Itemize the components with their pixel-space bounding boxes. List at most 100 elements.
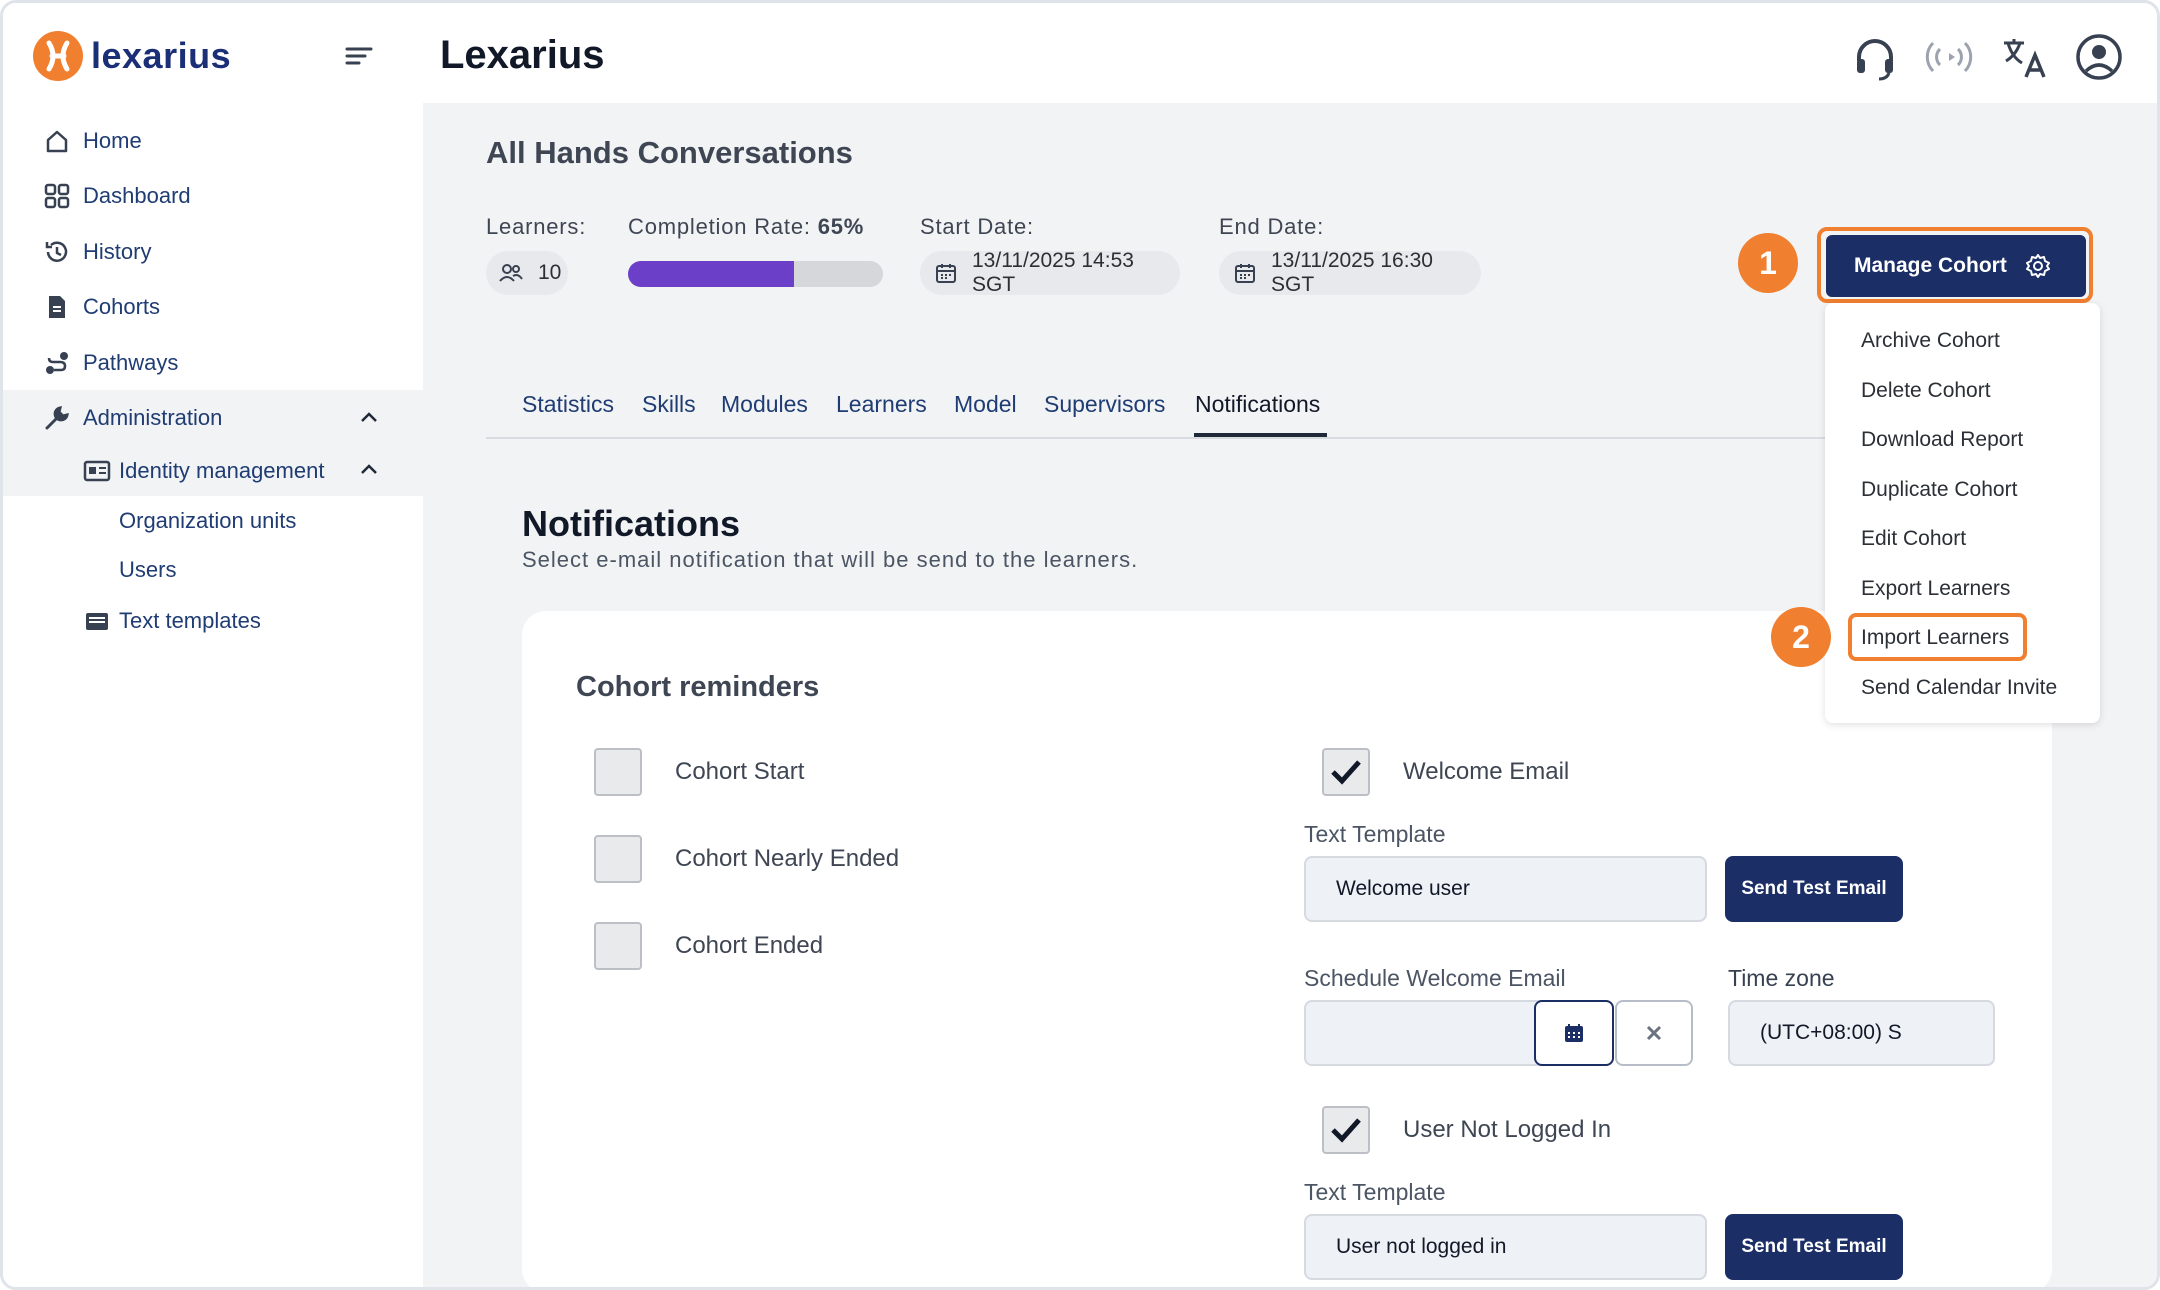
tab-learners[interactable]: Learners (836, 391, 927, 418)
notifications-title: Notifications (522, 503, 741, 544)
sidebar-item-label: Organization units (119, 508, 297, 533)
sidebar-item-home[interactable]: Home (3, 113, 423, 169)
tab-statistics[interactable]: Statistics (522, 391, 614, 418)
cohort-tabs: Statistics Skills Modules Learners Model… (486, 383, 1876, 439)
calendar-icon (1565, 1024, 1583, 1042)
welcome-template-field[interactable]: Welcome user (1304, 856, 1707, 922)
sidebar-item-text-templates[interactable]: Text templates (3, 593, 423, 649)
tab-skills[interactable]: Skills (642, 391, 696, 418)
sidebar-item-label: Dashboard (83, 183, 191, 208)
menu-item-export-learners[interactable]: Export Learners (1861, 577, 2010, 601)
sidebar-item-label: Pathways (83, 350, 179, 375)
notifications-subtitle: Select e-mail notification that will be … (522, 547, 1139, 572)
gear-icon (2025, 253, 2051, 279)
sidebar-item-pathways[interactable]: Pathways (3, 335, 423, 391)
cohort-nearly-ended-label: Cohort Nearly Ended (675, 845, 900, 872)
cohort-reminders-title: Cohort reminders (576, 671, 820, 703)
document-icon (43, 293, 71, 321)
schedule-date-input[interactable] (1304, 1000, 1544, 1066)
translate-icon[interactable] (1998, 31, 2050, 83)
sidebar-item-label: Home (83, 128, 142, 153)
sidebar-item-label: Administration (83, 405, 223, 430)
broadcast-icon[interactable] (1923, 31, 1975, 83)
sidebar-item-identity-management[interactable]: Identity management (3, 446, 423, 496)
calendar-icon (934, 261, 958, 285)
home-icon (43, 127, 71, 155)
app-title: Lexarius (440, 33, 605, 77)
completion-progress-bar (628, 261, 883, 287)
users-group-icon (498, 261, 524, 285)
tab-supervisors[interactable]: Supervisors (1044, 391, 1165, 418)
send-test-email-button[interactable]: Send Test Email (1725, 856, 1903, 922)
cohort-start-label: Cohort Start (675, 758, 805, 785)
menu-item-archive-cohort[interactable]: Archive Cohort (1861, 329, 2000, 353)
tab-modules[interactable]: Modules (721, 391, 808, 418)
time-zone-select[interactable]: (UTC+08:00) S (1728, 1000, 1995, 1066)
open-calendar-button[interactable] (1534, 1000, 1614, 1066)
menu-toggle-icon[interactable] (343, 43, 375, 69)
start-date-pill: 13/11/2025 14:53 SGT (920, 249, 1180, 296)
sidebar-item-label: Identity management (119, 458, 325, 483)
cohort-ended-checkbox[interactable] (594, 922, 642, 970)
time-zone-label: Time zone (1728, 965, 1835, 991)
pathway-icon (43, 349, 71, 377)
cohort-nearly-ended-checkbox[interactable] (594, 835, 642, 883)
tab-model[interactable]: Model (954, 391, 1017, 418)
id-card-icon (83, 457, 111, 485)
history-icon (43, 238, 71, 266)
manage-cohort-label: Manage Cohort (1854, 254, 2007, 277)
manage-cohort-button[interactable]: Manage Cohort (1826, 235, 2086, 297)
menu-item-duplicate-cohort[interactable]: Duplicate Cohort (1861, 478, 2017, 502)
active-tab-indicator (1194, 433, 1327, 437)
menu-item-import-learners[interactable]: Import Learners (1861, 626, 2009, 650)
sidebar-item-administration[interactable]: Administration (3, 390, 423, 446)
menu-item-send-calendar-invite[interactable]: Send Calendar Invite (1861, 676, 2057, 700)
menu-item-delete-cohort[interactable]: Delete Cohort (1861, 379, 1991, 403)
user-not-logged-in-checkbox[interactable] (1322, 1106, 1370, 1154)
clear-date-button[interactable] (1615, 1000, 1693, 1066)
cohort-ended-label: Cohort Ended (675, 932, 824, 959)
completion-value: 65% (817, 214, 865, 239)
headset-icon[interactable] (1849, 31, 1901, 83)
chevron-up-icon[interactable] (355, 404, 383, 432)
close-icon (1646, 1025, 1662, 1041)
send-test-email-button[interactable]: Send Test Email (1725, 1214, 1903, 1280)
menu-item-edit-cohort[interactable]: Edit Cohort (1861, 527, 1966, 551)
welcome-email-label: Welcome Email (1403, 758, 1570, 785)
page-title: All Hands Conversations (486, 135, 853, 170)
not-logged-template-field[interactable]: User not logged in (1304, 1214, 1707, 1280)
step-badge-2: 2 (1771, 607, 1831, 667)
checkmark-icon (1331, 1118, 1361, 1143)
welcome-email-checkbox[interactable] (1322, 748, 1370, 796)
text-template-label: Text Template (1304, 821, 1446, 847)
dashboard-grid-icon (43, 182, 71, 210)
start-date-label: Start Date: (920, 214, 1034, 239)
user-account-icon[interactable] (2073, 31, 2125, 83)
text-template-label: Text Template (1304, 1179, 1446, 1205)
sidebar-item-cohorts[interactable]: Cohorts (3, 279, 423, 335)
menu-item-download-report[interactable]: Download Report (1861, 428, 2023, 452)
start-date-value: 13/11/2025 14:53 SGT (972, 249, 1134, 296)
end-date-value: 13/11/2025 16:30 SGT (1271, 249, 1433, 296)
sidebar-item-label: Cohorts (83, 294, 161, 319)
sidebar-item-history[interactable]: History (3, 224, 423, 280)
user-not-logged-in-label: User Not Logged In (1403, 1116, 1612, 1143)
sidebar-item-dashboard[interactable]: Dashboard (3, 168, 423, 224)
sidebar-item-users[interactable]: Users (3, 545, 423, 595)
checkmark-icon (1331, 760, 1361, 785)
cohort-start-checkbox[interactable] (594, 748, 642, 796)
sidebar-item-label: History (83, 239, 152, 264)
learners-count: 10 (538, 261, 562, 284)
envelope-template-icon (83, 607, 111, 635)
tab-notifications[interactable]: Notifications (1195, 391, 1320, 418)
brand-name: lexarius (91, 35, 232, 76)
learners-label: Learners: (486, 214, 587, 239)
app-window: lexarius Home Dashboard History Cohorts … (0, 0, 2160, 1290)
sidebar: lexarius Home Dashboard History Cohorts … (3, 3, 423, 1287)
wrench-icon (43, 404, 71, 432)
chevron-up-icon[interactable] (355, 456, 383, 484)
end-date-label: End Date: (1219, 214, 1325, 239)
sidebar-item-organization-units[interactable]: Organization units (3, 496, 423, 546)
schedule-welcome-label: Schedule Welcome Email (1304, 965, 1566, 991)
completion-label: Completion Rate: 65% (628, 214, 865, 239)
